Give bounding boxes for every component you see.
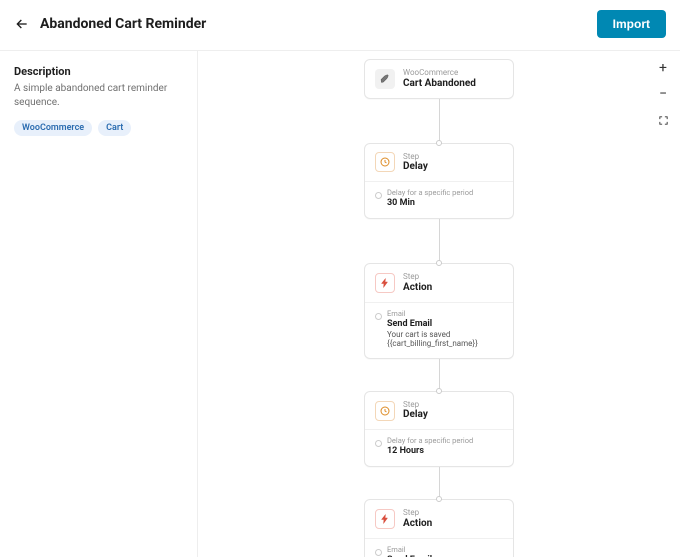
flow-node-action[interactable]: Step Action Email Send Email Your cart i… (364, 263, 514, 359)
card-head: Step Action (365, 264, 513, 302)
header: Abandoned Cart Reminder Import (0, 0, 680, 51)
card-body: Delay for a specific period 30 Min (365, 181, 513, 218)
card-body-title: Send Email (387, 319, 503, 329)
card-title: Action (403, 282, 432, 294)
card-head-text: Step Delay (403, 152, 428, 174)
card-overline: Step (403, 400, 428, 410)
card-head-text: Step Delay (403, 400, 428, 422)
connector (439, 467, 440, 499)
body: Description A simple abandoned cart remi… (0, 51, 680, 557)
card-head-text: Step Action (403, 508, 432, 530)
description-text: A simple abandoned cart reminder sequenc… (14, 82, 183, 110)
card-body-overline: Email (387, 545, 503, 554)
card-overline: Step (403, 508, 432, 518)
card-body-sub: Your cart is saved {{cart_billing_first_… (387, 330, 503, 348)
flow-node-action[interactable]: Step Action Email Send Email Your cart i… (364, 499, 514, 557)
clock-icon (375, 152, 395, 172)
tag[interactable]: WooCommerce (14, 120, 92, 136)
card-body-overline: Delay for a specific period (387, 188, 503, 197)
card-body-title: 12 Hours (387, 446, 503, 456)
connector (439, 219, 440, 263)
connector-dot (436, 388, 442, 394)
clock-icon (375, 401, 395, 421)
page-title: Abandoned Cart Reminder (40, 16, 206, 32)
connector (439, 359, 440, 391)
import-button[interactable]: Import (597, 10, 666, 38)
card-body: Email Send Email Your cart is saved {{ca… (365, 302, 513, 358)
tag[interactable]: Cart (98, 120, 131, 136)
flow-node-delay[interactable]: Step Delay Delay for a specific period 3… (364, 143, 514, 220)
card-body-overline: Delay for a specific period (387, 436, 503, 445)
sidebar: Description A simple abandoned cart remi… (0, 51, 198, 557)
flow-node-trigger[interactable]: WooCommerce Cart Abandoned (364, 59, 514, 99)
connector (439, 99, 440, 143)
card-body: Delay for a specific period 12 Hours (365, 429, 513, 466)
card-title: Cart Abandoned (403, 78, 476, 90)
description-label: Description (14, 65, 183, 78)
canvas-controls: + − (656, 61, 670, 127)
card-head: WooCommerce Cart Abandoned (365, 60, 513, 98)
card-head: Step Delay (365, 392, 513, 430)
card-title: Action (403, 518, 432, 530)
tag-list: WooCommerce Cart (14, 120, 183, 136)
bolt-icon (375, 509, 395, 529)
rocket-icon (375, 69, 395, 89)
bolt-icon (375, 273, 395, 293)
card-head-text: WooCommerce Cart Abandoned (403, 68, 476, 90)
card-overline: Step (403, 152, 428, 162)
card-body-title: 30 Min (387, 198, 503, 208)
back-arrow-icon[interactable] (14, 16, 30, 32)
zoom-in-icon[interactable]: + (656, 61, 670, 75)
card-head-text: Step Action (403, 272, 432, 294)
card-head: Step Action (365, 500, 513, 538)
flow-node-delay[interactable]: Step Delay Delay for a specific period 1… (364, 391, 514, 468)
flow: WooCommerce Cart Abandoned Step Delay (364, 59, 514, 557)
connector-dot (436, 140, 442, 146)
card-head: Step Delay (365, 144, 513, 182)
card-body: Email Send Email Your cart is about to e… (365, 538, 513, 557)
card-body-overline: Email (387, 309, 503, 318)
card-title: Delay (403, 161, 428, 173)
flow-canvas[interactable]: + − WooCommerce Cart Abandoned (198, 51, 680, 557)
card-title: Delay (403, 409, 428, 421)
card-overline: WooCommerce (403, 68, 476, 78)
fullscreen-icon[interactable] (656, 113, 670, 127)
card-overline: Step (403, 272, 432, 282)
zoom-out-icon[interactable]: − (656, 87, 670, 101)
header-left: Abandoned Cart Reminder (14, 16, 206, 32)
